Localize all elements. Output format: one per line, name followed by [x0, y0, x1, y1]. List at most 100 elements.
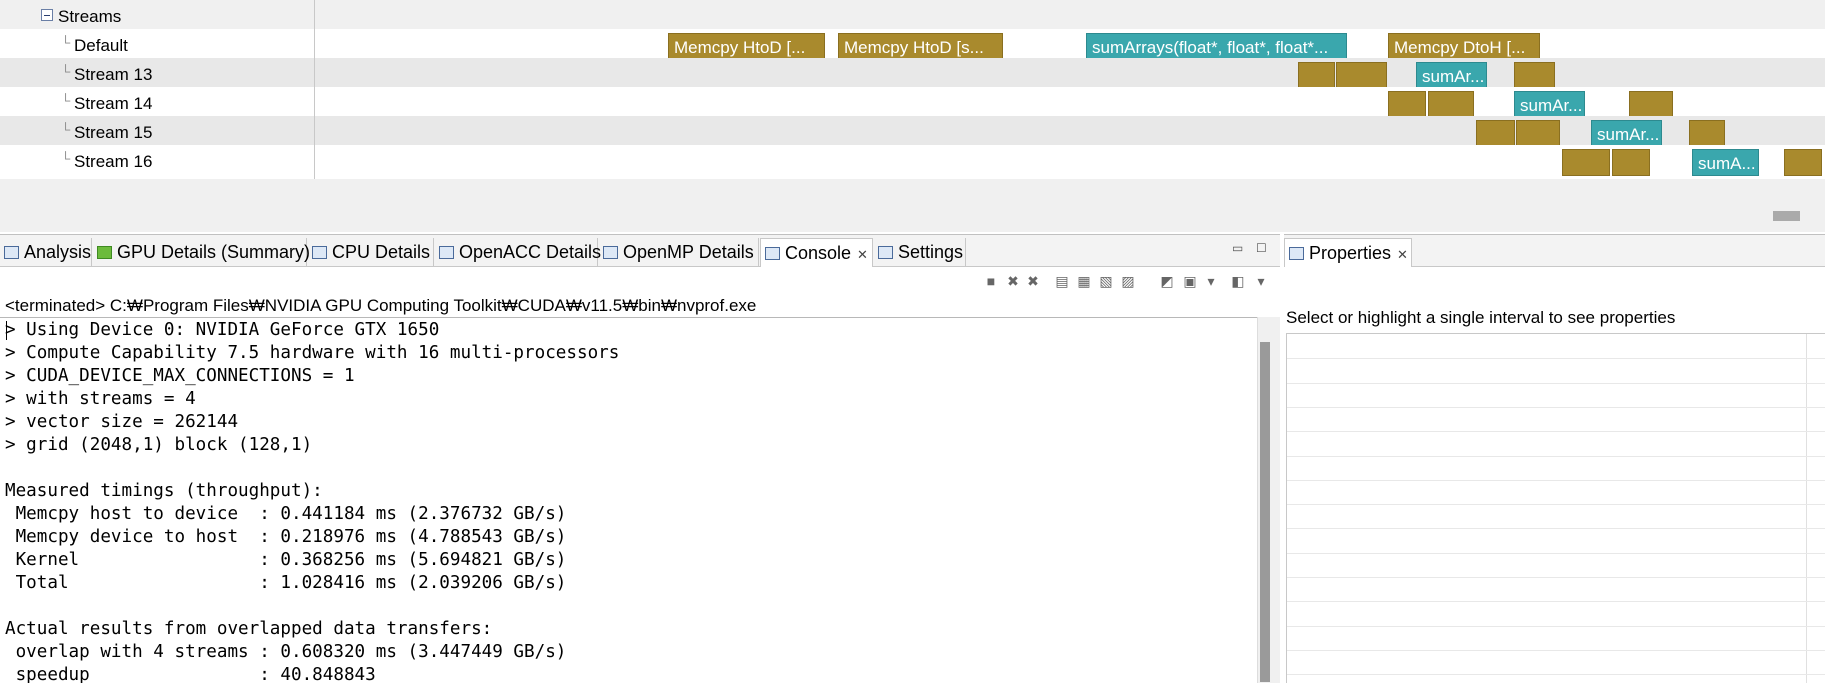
- stream-label-text: Stream 13: [74, 65, 153, 84]
- properties-row-line: [1287, 431, 1825, 433]
- properties-row-line: [1287, 577, 1825, 578]
- kernel-interval[interactable]: sumAr...: [1591, 120, 1662, 147]
- word-wrap-icon[interactable]: ▧: [1098, 273, 1114, 289]
- stream-row-stream-16[interactable]: └ Stream 16 sumA...: [0, 145, 1825, 179]
- scroll-lock-icon[interactable]: ▦: [1076, 273, 1092, 289]
- tree-connector-icon: └: [61, 35, 71, 50]
- memcpy-interval[interactable]: [1689, 120, 1725, 147]
- memcpy-interval[interactable]: [1612, 149, 1650, 176]
- cpu-details-icon: [312, 246, 327, 259]
- tab-openmp-details-label: OpenMP Details: [623, 242, 754, 262]
- tab-openmp-details[interactable]: OpenMP Details: [599, 238, 759, 267]
- close-icon[interactable]: ✕: [1397, 247, 1408, 262]
- properties-row-line: [1287, 552, 1825, 554]
- bottom-left-pane: Analysis GPU Details (Summary) CPU Detai…: [0, 234, 1280, 683]
- collapse-icon[interactable]: [41, 9, 53, 21]
- tab-cpu-details-label: CPU Details: [332, 242, 431, 262]
- tab-settings[interactable]: Settings: [874, 238, 966, 267]
- tree-connector-icon: └: [61, 151, 71, 166]
- tab-openacc-details-label: OpenACC Details: [459, 242, 602, 262]
- chevron-down-icon[interactable]: ▾: [1253, 273, 1269, 289]
- tree-connector-icon: └: [61, 122, 71, 137]
- text-cursor: [6, 321, 7, 340]
- properties-row-line: [1287, 406, 1825, 408]
- tab-settings-label: Settings: [898, 242, 964, 262]
- remove-all-icon[interactable]: ✖: [1025, 273, 1041, 289]
- kernel-interval[interactable]: sumAr...: [1416, 62, 1487, 89]
- settings-icon: [878, 246, 893, 259]
- tab-gpu-details[interactable]: GPU Details (Summary): [93, 238, 311, 267]
- properties-row-line: [1287, 649, 1825, 651]
- maximize-icon[interactable]: ☐: [1256, 241, 1267, 255]
- properties-table[interactable]: [1286, 333, 1825, 683]
- stream-label-text: Default: [74, 36, 128, 55]
- memcpy-interval[interactable]: [1516, 120, 1560, 147]
- kernel-interval[interactable]: sumAr...: [1514, 91, 1585, 118]
- memcpy-interval[interactable]: Memcpy HtoD [...: [668, 33, 825, 60]
- tree-connector-icon: └: [61, 93, 71, 108]
- timeline-scrollbar-thumb[interactable]: [1773, 211, 1800, 221]
- memcpy-interval[interactable]: [1784, 149, 1822, 176]
- close-icon[interactable]: ✕: [857, 247, 868, 262]
- memcpy-interval[interactable]: [1562, 149, 1610, 176]
- open-console-icon[interactable]: ◧: [1230, 273, 1246, 289]
- console-output[interactable]: > Using Device 0: NVIDIA GeForce GTX 165…: [0, 317, 1257, 683]
- properties-row-line: [1287, 674, 1825, 676]
- tab-properties[interactable]: Properties ✕: [1284, 238, 1412, 267]
- show-on-output-icon[interactable]: ▨: [1120, 273, 1136, 289]
- memcpy-interval[interactable]: [1476, 120, 1515, 147]
- properties-row-line: [1287, 625, 1825, 627]
- properties-row-line: [1287, 455, 1825, 457]
- kernel-interval[interactable]: sumA...: [1692, 149, 1759, 176]
- terminate-icon[interactable]: ■: [983, 273, 999, 289]
- memcpy-interval[interactable]: [1428, 91, 1474, 118]
- tab-console-label: Console: [785, 243, 852, 263]
- stream-label-text: Stream 15: [74, 123, 153, 142]
- tab-analysis[interactable]: Analysis: [0, 238, 92, 267]
- tab-bar: Analysis GPU Details (Summary) CPU Detai…: [0, 235, 1280, 267]
- clear-console-icon[interactable]: ▤: [1054, 273, 1070, 289]
- openacc-details-icon: [439, 246, 454, 259]
- tab-analysis-label: Analysis: [24, 242, 92, 262]
- memcpy-interval[interactable]: [1629, 91, 1673, 118]
- kernel-interval[interactable]: sumArrays(float*, float*, float*...: [1086, 33, 1347, 60]
- memcpy-interval[interactable]: [1514, 62, 1555, 89]
- memcpy-interval[interactable]: Memcpy HtoD [s...: [838, 33, 1003, 60]
- stream-row-label[interactable]: └ Stream 16: [0, 145, 315, 179]
- memcpy-interval[interactable]: Memcpy DtoH [...: [1388, 33, 1540, 60]
- tab-cpu-details[interactable]: CPU Details: [308, 238, 434, 267]
- chevron-down-icon[interactable]: ▾: [1203, 273, 1219, 289]
- pin-console-icon[interactable]: ◩: [1159, 273, 1175, 289]
- terminated-status: <terminated> C:₩Program Files₩NVIDIA GPU…: [5, 296, 757, 315]
- timeline-view: Streams └ Default Memcpy HtoD [... Memcpy H…: [0, 0, 1825, 232]
- console-scrollbar-thumb[interactable]: [1260, 342, 1270, 682]
- stream-track: sumA...: [316, 145, 1825, 179]
- gpu-details-icon: [97, 246, 112, 259]
- console-text: > Using Device 0: NVIDIA GeForce GTX 165…: [5, 320, 620, 683]
- properties-row-line: [1287, 382, 1825, 384]
- memcpy-interval[interactable]: [1336, 62, 1387, 89]
- properties-row-line: [1287, 504, 1825, 506]
- properties-column-divider: [1806, 334, 1807, 683]
- memcpy-interval[interactable]: [1298, 62, 1335, 89]
- stream-label-text: Stream 14: [74, 94, 153, 113]
- properties-icon: [1289, 247, 1304, 260]
- tab-console[interactable]: Console ✕: [760, 238, 873, 267]
- minimize-icon[interactable]: ▭: [1232, 241, 1243, 255]
- tree-connector-icon: └: [61, 64, 71, 79]
- properties-row-line: [1287, 479, 1825, 481]
- openmp-details-icon: [603, 246, 618, 259]
- properties-row-line: [1287, 358, 1825, 360]
- properties-row-line: [1287, 601, 1825, 603]
- tab-openacc-details[interactable]: OpenACC Details: [435, 238, 602, 267]
- properties-tab-bar: Properties ✕: [1284, 235, 1825, 267]
- properties-pane: Properties ✕ Select or highlight a single…: [1284, 234, 1825, 683]
- display-console-icon[interactable]: ▣: [1182, 273, 1198, 289]
- memcpy-interval[interactable]: [1388, 91, 1426, 118]
- tab-gpu-details-label: GPU Details (Summary): [117, 242, 311, 262]
- properties-row-line: [1287, 528, 1825, 530]
- tab-properties-label: Properties: [1309, 243, 1392, 263]
- console-icon: [765, 247, 780, 260]
- remove-launch-icon[interactable]: ✖: [1005, 273, 1021, 289]
- analysis-icon: [4, 246, 19, 259]
